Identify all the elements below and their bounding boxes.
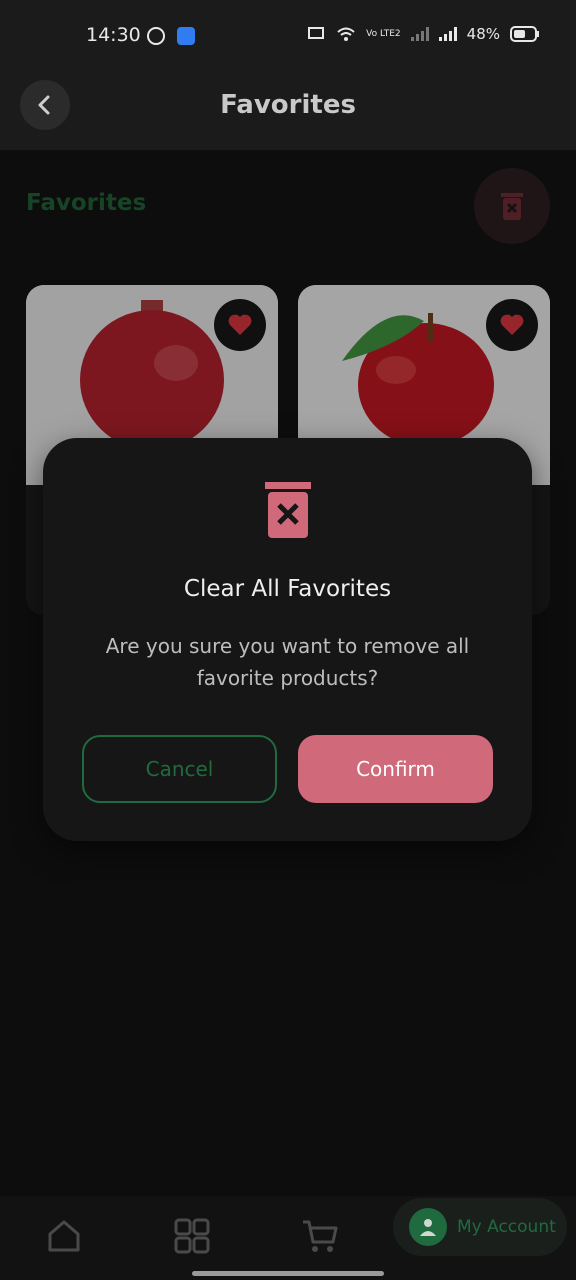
- battery-percent: 48%: [466, 25, 500, 43]
- confirm-dialog: Clear All Favorites Are you sure you wan…: [43, 438, 532, 841]
- trash-x-icon: [265, 482, 311, 538]
- app-bar: Favorites: [0, 72, 576, 150]
- network-type-label: Vo LTE2: [366, 29, 401, 39]
- signal-icon-sim2: [438, 27, 457, 41]
- status-time: 14:30: [86, 24, 141, 46]
- android-icon: [177, 27, 195, 45]
- nav-cart[interactable]: [300, 1216, 340, 1256]
- confirm-button[interactable]: Confirm: [298, 735, 493, 803]
- grid-icon: [174, 1218, 210, 1254]
- status-icons-right: Vo LTE2 48%: [308, 25, 540, 43]
- wifi-icon: [337, 27, 355, 41]
- home-icon: [48, 1220, 80, 1252]
- nav-home[interactable]: [44, 1216, 84, 1256]
- battery-icon: [510, 26, 539, 42]
- dialog-message: Are you sure you want to remove all favo…: [105, 634, 470, 690]
- nav-account[interactable]: My Account: [393, 1198, 567, 1256]
- bottom-nav: My Account: [0, 1196, 576, 1280]
- avatar: [409, 1208, 447, 1246]
- cart-icon: [303, 1220, 338, 1252]
- nav-categories[interactable]: [172, 1216, 212, 1256]
- cast-icon: [308, 27, 325, 39]
- whatsapp-icon: [147, 27, 165, 45]
- status-bar: 14:30 Vo LTE2 48%: [0, 0, 576, 72]
- signal-icon-sim1: [410, 27, 429, 41]
- page-title: Favorites: [220, 90, 356, 120]
- user-icon: [420, 1219, 436, 1236]
- nav-account-label: My Account: [457, 1217, 556, 1237]
- cancel-button[interactable]: Cancel: [82, 735, 277, 803]
- status-icons-left: [146, 26, 196, 46]
- dialog-title: Clear All Favorites: [183, 576, 392, 602]
- home-indicator: [192, 1271, 384, 1276]
